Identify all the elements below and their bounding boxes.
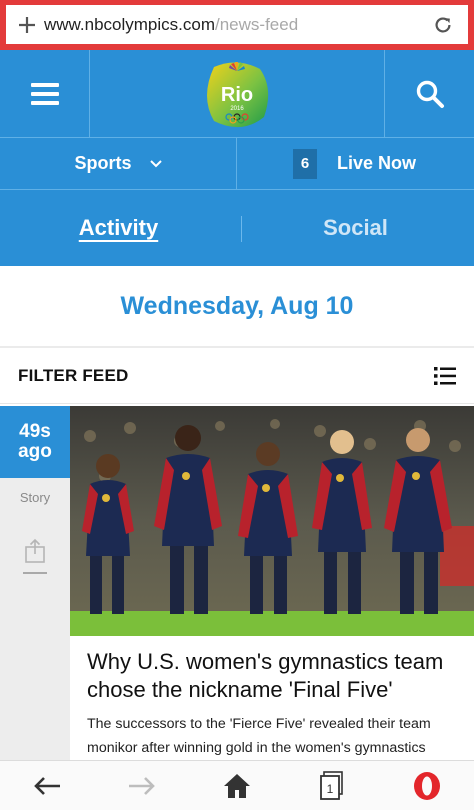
time-ago-badge: 49s ago (0, 406, 70, 478)
item-type-label: Story (19, 490, 51, 505)
live-count-badge: 6 (293, 148, 317, 179)
back-arrow-icon (34, 776, 61, 795)
browser-bottom-bar: 1 (0, 760, 474, 810)
tabs-icon: 1 (319, 770, 343, 800)
tab-count: 1 (326, 782, 333, 796)
sports-label: Sports (74, 153, 132, 173)
tab-social[interactable]: Social (237, 215, 474, 241)
home-icon (223, 773, 250, 798)
url-host: www.nbcolympics.com (44, 14, 215, 34)
filter-feed-bar[interactable]: FILTER FEED (0, 346, 474, 404)
sports-live-nav: Sports 6 Live Now (0, 138, 474, 190)
search-button[interactable] (384, 50, 474, 138)
url-path: /news-feed (215, 14, 299, 34)
home-button[interactable] (190, 761, 285, 810)
article-summary: The successors to the 'Fierce Five' reve… (87, 716, 431, 756)
address-field[interactable]: www.nbcolympics.com/news-feed (6, 5, 468, 44)
hamburger-icon (30, 83, 59, 105)
sports-dropdown[interactable]: Sports (0, 138, 237, 189)
article-headline[interactable]: Why U.S. women's gymnastics team chose t… (87, 648, 467, 704)
forward-button[interactable] (95, 761, 190, 810)
menu-button[interactable] (0, 50, 90, 138)
feed-tabs: Activity Social (0, 190, 474, 266)
browser-address-bar: www.nbcolympics.com/news-feed (0, 0, 474, 50)
time-value: 49s (19, 421, 51, 442)
filter-feed-label: FILTER FEED (18, 365, 129, 385)
reload-icon[interactable] (426, 8, 460, 42)
feed-date: Wednesday, Aug 10 (0, 266, 474, 346)
search-icon (416, 80, 444, 108)
live-now-button[interactable]: 6 Live Now (237, 138, 474, 189)
url-text[interactable]: www.nbcolympics.com/news-feed (44, 15, 426, 35)
chevron-down-icon (149, 159, 162, 167)
plus-icon[interactable] (10, 8, 44, 42)
opera-menu-icon (413, 771, 440, 800)
live-now-label: Live Now (337, 153, 417, 173)
tab-divider (241, 216, 242, 242)
article-photo[interactable] (70, 406, 474, 636)
tabs-button[interactable]: 1 (284, 761, 379, 810)
divider (23, 572, 47, 574)
back-button[interactable] (0, 761, 95, 810)
forward-arrow-icon (129, 776, 156, 795)
tab-activity[interactable]: Activity (0, 215, 237, 241)
logo-text: Rio (221, 84, 253, 106)
logo-year: 2016 (230, 106, 244, 112)
site-header: Rio 2016 (0, 50, 474, 138)
time-unit: ago (18, 441, 52, 462)
feed-item-gutter: 49s ago Story (0, 406, 70, 760)
opera-menu-button[interactable] (379, 761, 474, 810)
list-filter-icon[interactable] (434, 366, 456, 386)
share-icon[interactable] (23, 538, 47, 564)
rio-logo[interactable]: Rio 2016 (202, 59, 272, 131)
